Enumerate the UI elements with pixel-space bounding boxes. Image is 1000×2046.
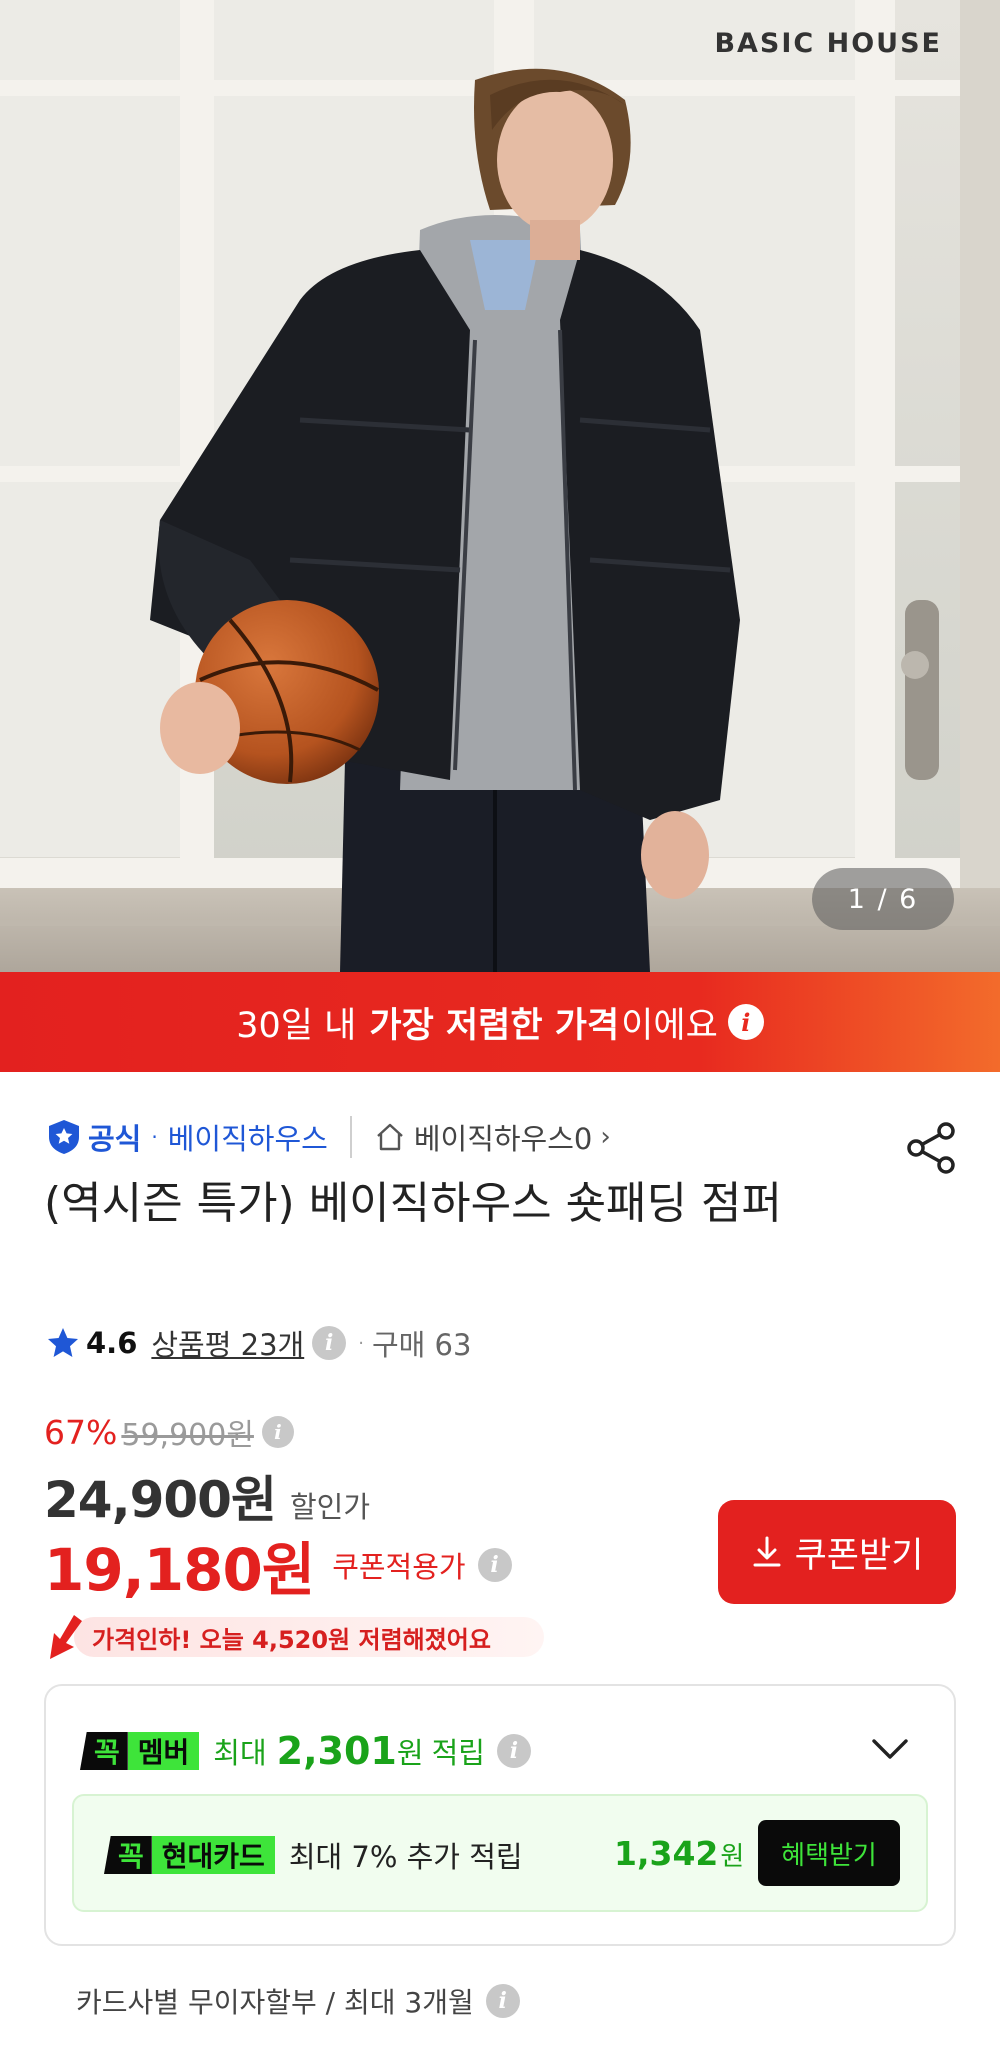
sale-price-label: 할인가: [289, 1490, 370, 1524]
discount-row: 67% 59,900원 i: [44, 1408, 294, 1456]
home-icon: [377, 1123, 403, 1151]
card-name-label: 현대카드: [151, 1836, 275, 1874]
card-points: 1,342 원: [614, 1834, 744, 1873]
member-points-unit: 원: [396, 1736, 424, 1770]
seller-row: 공식 · 베이직하우스 베이직하우스0 ›: [46, 1112, 611, 1162]
membership-header[interactable]: 꼭 멤버 최대 2,301 원 적립 i: [80, 1726, 531, 1776]
coupon-price-label: 쿠폰적용가: [332, 1550, 466, 1584]
lowest-price-banner[interactable]: 30일 내 가장 저렴한 가격 이에요 i: [0, 972, 1000, 1072]
banner-highlight: 가장 저렴한 가격: [369, 1005, 620, 1046]
seller-name-link[interactable]: 베이직하우스: [168, 1116, 328, 1158]
member-label: 멤버: [127, 1732, 200, 1770]
rating-row: 4.6 상품평 23개 i · 구매 63: [46, 1318, 471, 1368]
card-points-unit: 원: [720, 1842, 745, 1872]
kkok-label: 꼭: [104, 1836, 152, 1874]
price-drop-notice: 가격인하! 오늘 4,520원 저렴해졌어요: [44, 1612, 544, 1662]
separator-dot: ·: [358, 1332, 364, 1354]
info-icon[interactable]: i: [312, 1326, 347, 1360]
kkok-card-tag: 꼭 현대카드: [104, 1836, 275, 1874]
review-count-link[interactable]: 상품평 23개: [151, 1322, 304, 1364]
star-icon: [48, 1328, 78, 1357]
info-icon[interactable]: i: [485, 1984, 520, 2018]
store-link[interactable]: 베이직하우스0: [414, 1116, 593, 1158]
get-coupon-button[interactable]: 쿠폰받기: [718, 1500, 956, 1604]
sale-price: 24,900원: [44, 1471, 277, 1529]
member-max-label: 최대: [213, 1736, 267, 1770]
official-label[interactable]: 공식: [88, 1116, 141, 1158]
get-coupon-label: 쿠폰받기: [794, 1535, 924, 1576]
product-title: (역시즌 특가) 베이직하우스 숏패딩 점퍼: [44, 1178, 782, 1229]
installment-text: 카드사별 무이자할부 / 최대 3개월: [76, 1986, 474, 2019]
card-points-value: 1,342: [614, 1834, 719, 1873]
member-accrue-label: 적립: [431, 1736, 485, 1770]
sale-price-row: 24,900원 할인가: [44, 1460, 370, 1529]
purchase-count: 구매 63: [371, 1328, 472, 1362]
info-icon[interactable]: i: [727, 1004, 764, 1040]
brand-watermark: BASIC HOUSE: [714, 28, 942, 59]
get-benefit-button[interactable]: 혜택받기: [758, 1820, 900, 1886]
chevron-right-icon: ›: [600, 1122, 611, 1152]
download-icon: [753, 1536, 781, 1567]
shield-check-icon: [49, 1120, 79, 1154]
share-icon[interactable]: [904, 1120, 960, 1176]
card-benefit-info: 꼭 현대카드 최대 7% 추가 적립: [104, 1832, 523, 1878]
price-drop-arrow-icon: [50, 1615, 82, 1659]
membership-benefit-box: 꼭 멤버 최대 2,301 원 적립 i 꼭 현대카드 최대 7% 추가 적립 …: [44, 1684, 956, 1946]
banner-suffix: 이에요: [621, 1005, 718, 1046]
coupon-price: 19,180원: [44, 1536, 315, 1604]
banner-prefix: 30일 내: [236, 1005, 368, 1046]
installment-info: 카드사별 무이자할부 / 최대 3개월 i: [76, 1976, 520, 2026]
chevron-down-icon[interactable]: [870, 1734, 910, 1764]
image-pager: 1 / 6: [812, 868, 954, 930]
divider: [349, 1116, 352, 1158]
info-icon[interactable]: i: [496, 1734, 531, 1768]
member-points: 2,301: [276, 1729, 397, 1773]
product-image-carousel[interactable]: BASIC HOUSE 1 / 6: [0, 0, 1000, 972]
product-photo: [0, 0, 1000, 972]
info-icon[interactable]: i: [261, 1416, 294, 1448]
rating-score: 4.6: [86, 1326, 138, 1360]
kkok-label: 꼭: [80, 1732, 128, 1770]
original-price: 59,900원: [121, 1418, 254, 1453]
kkok-member-tag: 꼭 멤버: [80, 1732, 200, 1770]
card-benefit-desc: 최대 7% 추가 적립: [288, 1840, 523, 1874]
discount-percent: 67%: [44, 1412, 118, 1452]
coupon-price-row: 19,180원 쿠폰적용가 i: [44, 1530, 512, 1604]
card-benefit-box: 꼭 현대카드 최대 7% 추가 적립 1,342 원 혜택받기: [72, 1794, 928, 1912]
separator-dot: ·: [151, 1125, 158, 1149]
price-drop-text: 가격인하! 오늘 4,520원 저렴해졌어요: [92, 1625, 491, 1654]
info-icon[interactable]: i: [477, 1548, 512, 1582]
